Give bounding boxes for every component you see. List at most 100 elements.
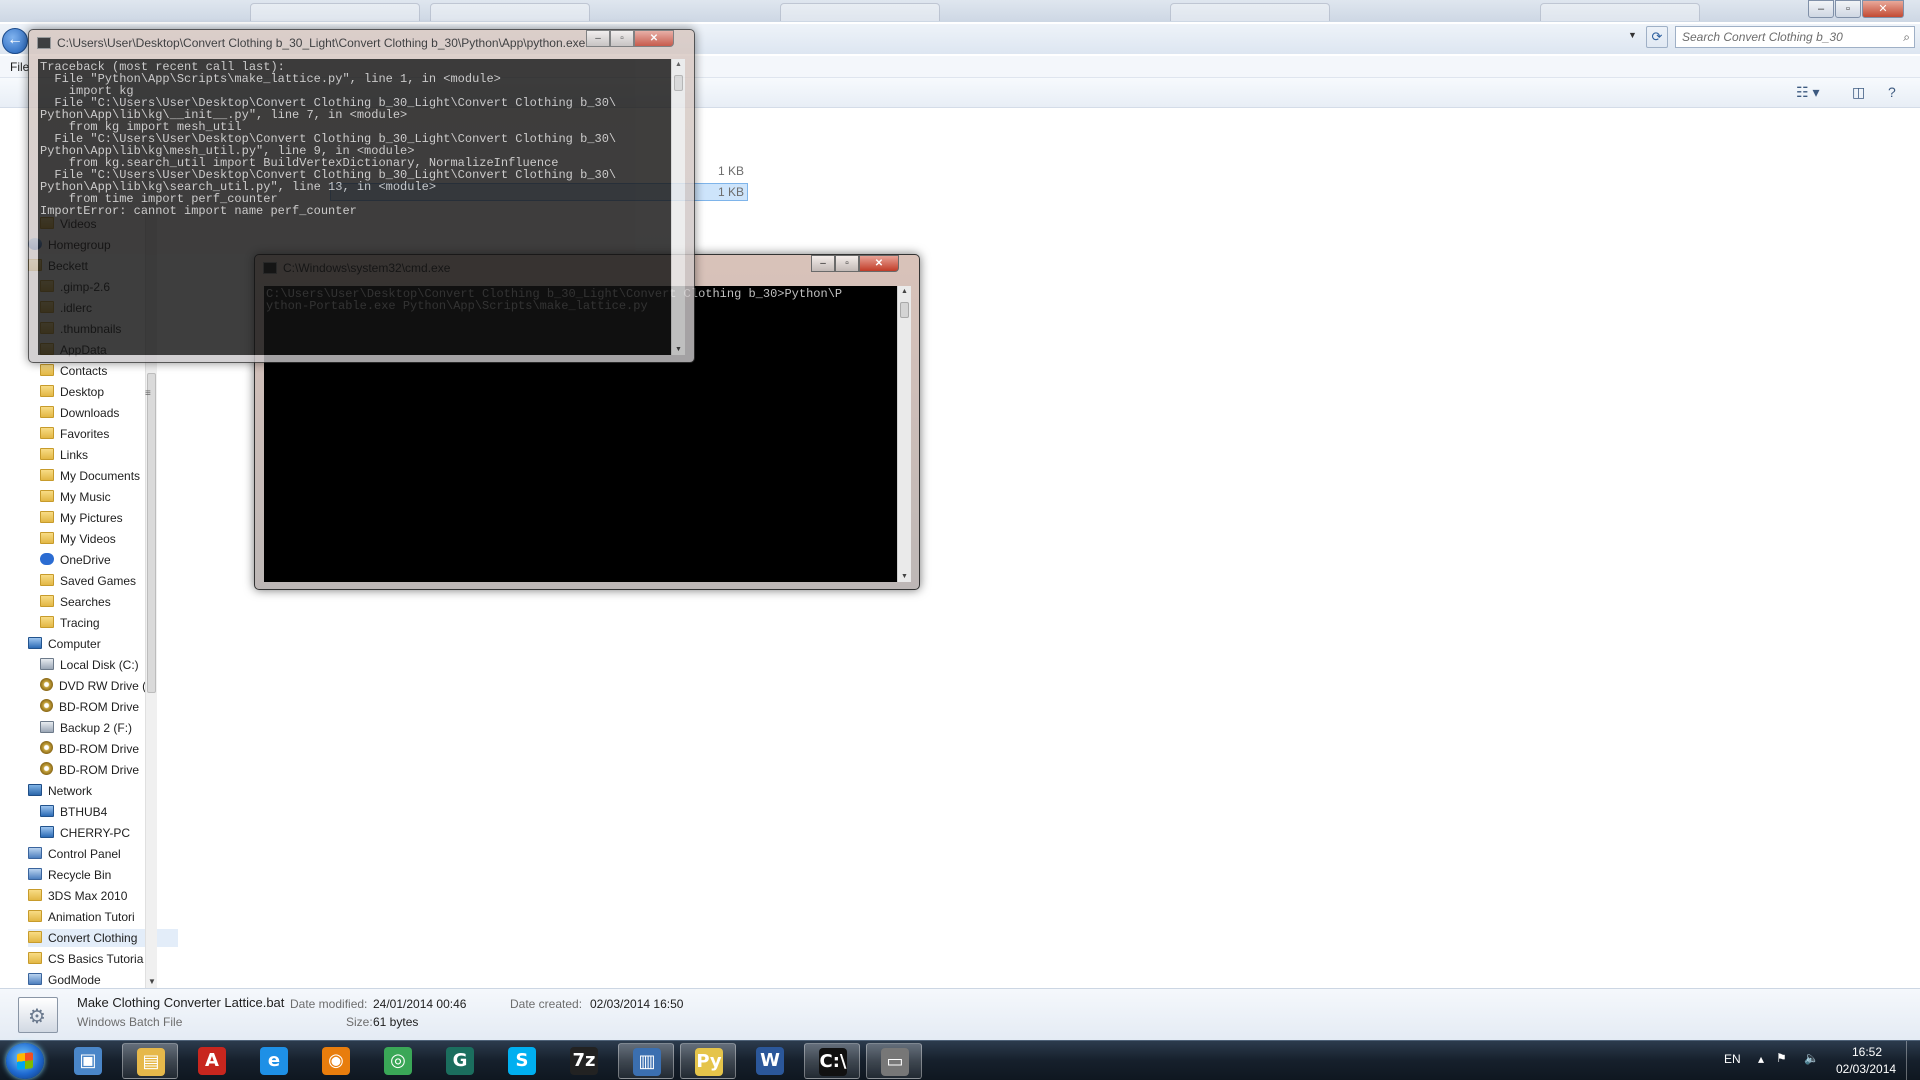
nav-item-label: Backup 2 (F:) bbox=[60, 721, 133, 735]
scroll-up-icon[interactable]: ▲ bbox=[675, 61, 682, 68]
nav-item-label: BD-ROM Drive bbox=[59, 700, 139, 714]
disc-icon bbox=[40, 678, 53, 691]
nav-item[interactable]: My Documents bbox=[40, 467, 190, 485]
preview-pane-icon[interactable]: ◫ bbox=[1852, 84, 1865, 101]
folder-icon bbox=[28, 931, 42, 943]
date-modified-value: 24/01/2014 00:46 bbox=[373, 997, 467, 1011]
python-console-window[interactable]: C:\Users\User\Desktop\Convert Clothing b… bbox=[28, 29, 695, 363]
nav-item-label: Control Panel bbox=[48, 847, 121, 861]
nav-item[interactable]: OneDrive bbox=[40, 551, 190, 569]
nav-item-label: My Pictures bbox=[60, 511, 123, 525]
back-arrow-icon[interactable]: ← bbox=[2, 28, 28, 54]
taskbar-cmd-button[interactable]: C:\ bbox=[804, 1043, 860, 1079]
nav-item-label: GodMode bbox=[48, 973, 101, 987]
nav-item[interactable]: Local Disk (C:) bbox=[40, 656, 190, 674]
nav-item-label: Tracing bbox=[60, 616, 100, 630]
nav-item[interactable]: My Videos bbox=[40, 530, 190, 548]
background-tab[interactable] bbox=[430, 3, 590, 21]
python-console-output[interactable]: Traceback (most recent call last): File … bbox=[38, 59, 674, 355]
taskbar-explorer-computer-button[interactable]: ▣ bbox=[60, 1043, 116, 1079]
scroll-up-icon[interactable]: ▲ bbox=[901, 288, 908, 295]
pc-icon bbox=[28, 637, 42, 649]
nav-item[interactable]: BD-ROM Drive bbox=[40, 761, 190, 779]
explorer-computer-icon: ▣ bbox=[74, 1047, 102, 1075]
python-close-button[interactable]: ✕ bbox=[634, 30, 674, 47]
background-tab[interactable] bbox=[780, 3, 940, 21]
search-input[interactable]: Search Convert Clothing b_30 ⌕ bbox=[1675, 26, 1915, 48]
nav-item[interactable]: Backup 2 (F:) bbox=[40, 719, 190, 737]
refresh-icon[interactable]: ⟳ bbox=[1646, 26, 1668, 48]
start-button[interactable] bbox=[6, 1043, 44, 1079]
nav-item[interactable]: Contacts bbox=[40, 362, 190, 380]
scrollbar-thumb[interactable] bbox=[147, 373, 156, 693]
search-icon[interactable]: ⌕ bbox=[1903, 27, 1910, 47]
close-button[interactable]: ✕ bbox=[1862, 0, 1904, 18]
nav-item[interactable]: BD-ROM Drive bbox=[40, 698, 190, 716]
maximize-button[interactable]: ▫ bbox=[1835, 0, 1861, 18]
taskbar-internet-explorer-button[interactable]: e bbox=[246, 1043, 302, 1079]
nav-item[interactable]: Links bbox=[40, 446, 190, 464]
folder-icon bbox=[40, 574, 54, 586]
size-label: Size: bbox=[346, 1015, 373, 1029]
taskbar-steam-like-button[interactable]: G bbox=[432, 1043, 488, 1079]
nav-item[interactable]: Saved Games bbox=[40, 572, 190, 590]
scroll-down-icon[interactable]: ▼ bbox=[675, 346, 682, 353]
background-tab[interactable] bbox=[1540, 3, 1700, 21]
minimize-button[interactable]: – bbox=[1808, 0, 1834, 18]
taskbar-window-generic-button[interactable]: ▭ bbox=[866, 1043, 922, 1079]
address-dropdown-icon[interactable]: ▼ bbox=[1628, 30, 1637, 40]
show-hidden-icons-icon[interactable]: ▴ bbox=[1758, 1052, 1764, 1066]
nav-item[interactable]: Searches bbox=[40, 593, 190, 611]
show-desktop-button[interactable] bbox=[1906, 1041, 1920, 1080]
python-scrollbar[interactable]: ▲ ▼ bbox=[671, 59, 685, 355]
taskbar-python-button[interactable]: Py bbox=[680, 1043, 736, 1079]
pc-icon bbox=[40, 826, 54, 838]
nav-item[interactable]: Downloads bbox=[40, 404, 190, 422]
scrollbar-thumb[interactable] bbox=[900, 302, 909, 318]
taskbar-skype-button[interactable]: S bbox=[494, 1043, 550, 1079]
menu-file[interactable]: File bbox=[10, 60, 29, 74]
splitter-grip-icon[interactable]: ≡ bbox=[145, 388, 151, 399]
nav-item-label: My Music bbox=[60, 490, 111, 504]
clock-date[interactable]: 02/03/2014 bbox=[1836, 1062, 1896, 1076]
nav-item[interactable]: DVD RW Drive ( bbox=[40, 677, 190, 695]
python-minimize-button[interactable]: – bbox=[586, 30, 610, 47]
nav-item[interactable]: Favorites bbox=[40, 425, 190, 443]
nav-item[interactable]: Tracing bbox=[40, 614, 190, 632]
action-center-flag-icon[interactable]: ⚑ bbox=[1776, 1051, 1787, 1065]
taskbar-adobe-button[interactable]: A bbox=[184, 1043, 240, 1079]
drive-icon bbox=[40, 658, 54, 670]
python-window-icon bbox=[37, 37, 51, 49]
taskbar-word-button[interactable]: W bbox=[742, 1043, 798, 1079]
nav-item[interactable]: My Pictures bbox=[40, 509, 190, 527]
nav-item[interactable]: CHERRY-PC bbox=[40, 824, 190, 842]
taskbar-blender-button[interactable]: ◉ bbox=[308, 1043, 364, 1079]
nav-item[interactable]: BTHUB4 bbox=[40, 803, 190, 821]
view-options-icon[interactable]: ☷ ▾ bbox=[1796, 84, 1819, 101]
taskbar-remote-desktop-button[interactable]: ▥ bbox=[618, 1043, 674, 1079]
background-tab[interactable] bbox=[1170, 3, 1330, 21]
folder-icon bbox=[40, 469, 54, 481]
scrollbar-thumb[interactable] bbox=[674, 75, 683, 91]
nav-item[interactable]: My Music bbox=[40, 488, 190, 506]
nav-item-label: Local Disk (C:) bbox=[60, 658, 139, 672]
taskbar-chrome-button[interactable]: ◎ bbox=[370, 1043, 426, 1079]
file-size-cell: 1 KB bbox=[717, 164, 744, 178]
help-icon[interactable]: ? bbox=[1888, 84, 1896, 100]
scroll-down-icon[interactable]: ▼ bbox=[901, 573, 908, 580]
taskbar-file-explorer-button[interactable]: ▤ bbox=[122, 1043, 178, 1079]
cmd-maximize-button[interactable]: ▫ bbox=[835, 255, 859, 272]
taskbar-seven-zip-button[interactable]: 7z bbox=[556, 1043, 612, 1079]
background-tab[interactable] bbox=[250, 3, 420, 21]
clock-time[interactable]: 16:52 bbox=[1852, 1045, 1882, 1059]
cmd-scrollbar[interactable]: ▲ ▼ bbox=[897, 286, 911, 582]
cmd-close-button[interactable]: ✕ bbox=[859, 255, 899, 272]
language-indicator[interactable]: EN bbox=[1724, 1052, 1741, 1066]
scroll-down-icon[interactable]: ▼ bbox=[148, 977, 156, 986]
nav-item[interactable]: BD-ROM Drive bbox=[40, 740, 190, 758]
folder-icon bbox=[40, 595, 54, 607]
cmd-minimize-button[interactable]: – bbox=[811, 255, 835, 272]
nav-item[interactable]: Desktop bbox=[40, 383, 190, 401]
volume-icon[interactable]: 🔈 bbox=[1804, 1051, 1819, 1065]
python-maximize-button[interactable]: ▫ bbox=[610, 30, 634, 47]
